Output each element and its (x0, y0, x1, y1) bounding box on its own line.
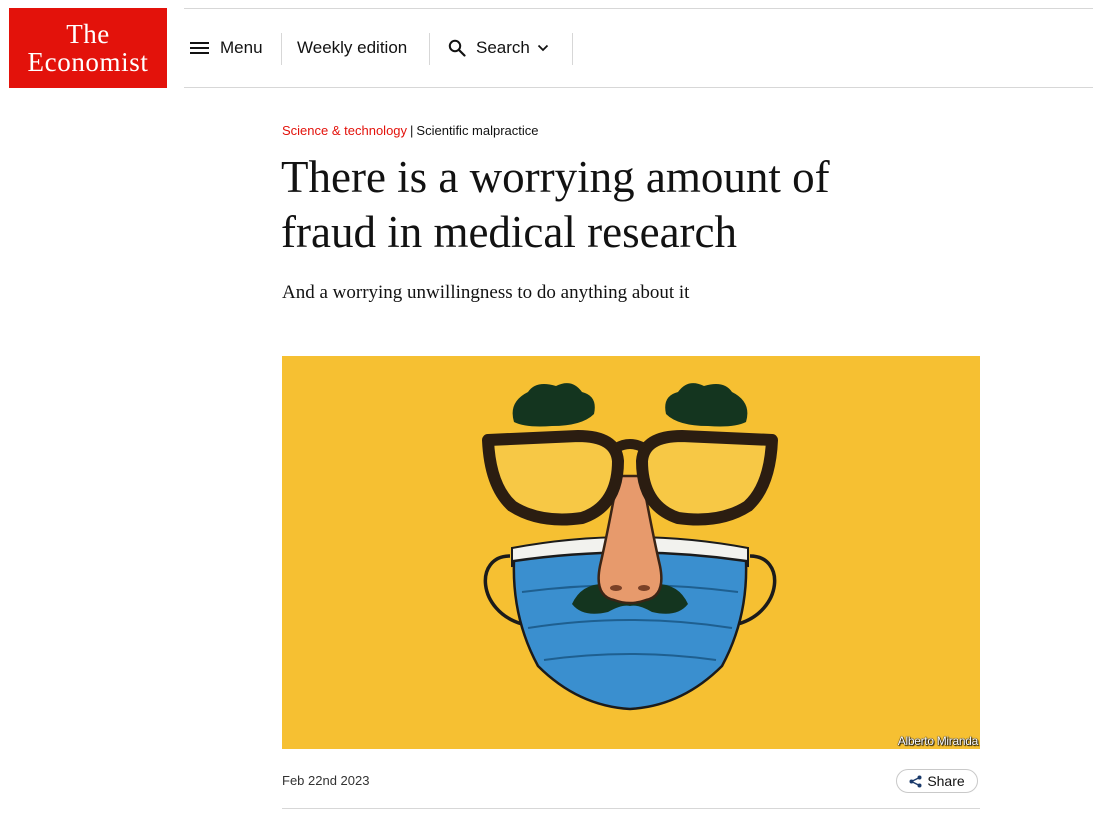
headline-line-2: fraud in medical research (281, 207, 737, 257)
header-navigation: Menu Weekly edition Search (184, 8, 1093, 88)
weekly-edition-label: Weekly edition (297, 38, 408, 57)
weekly-edition-link[interactable]: Weekly edition (297, 9, 407, 87)
nav-divider (281, 33, 282, 65)
image-credit: Alberto Miranda (897, 734, 979, 748)
article-headline: There is a worrying amount of fraud in m… (281, 150, 961, 260)
hamburger-icon (190, 41, 209, 55)
disguise-mask-illustration (482, 383, 778, 711)
menu-button[interactable]: Menu (190, 9, 263, 87)
logo-line-1: The (66, 19, 110, 49)
chevron-down-icon (537, 44, 549, 52)
lead-illustration: Alberto Miranda (282, 356, 980, 749)
share-button[interactable]: Share (896, 769, 978, 793)
share-label: Share (927, 773, 965, 789)
section-link[interactable]: Science & technology (282, 123, 407, 138)
topic-label: Scientific malpractice (416, 123, 539, 138)
magnifier-icon (448, 39, 466, 57)
menu-label: Menu (220, 38, 263, 57)
breadcrumb: Science & technology | Scientific malpract… (282, 123, 539, 138)
divider-rule (282, 808, 980, 809)
breadcrumb-separator: | (410, 123, 414, 138)
nav-divider (429, 33, 430, 65)
search-label: Search (476, 38, 530, 57)
share-icon (909, 775, 922, 787)
search-button[interactable]: Search (448, 9, 549, 87)
headline-line-1: There is a worrying amount of (281, 152, 830, 202)
publish-date: Feb 22nd 2023 (282, 773, 370, 788)
logo-line-2: Economist (27, 47, 149, 77)
article-subheadline: And a worrying unwillingness to do anyth… (282, 282, 690, 303)
nav-divider (572, 33, 573, 65)
economist-logo[interactable]: The Economist (9, 8, 167, 88)
